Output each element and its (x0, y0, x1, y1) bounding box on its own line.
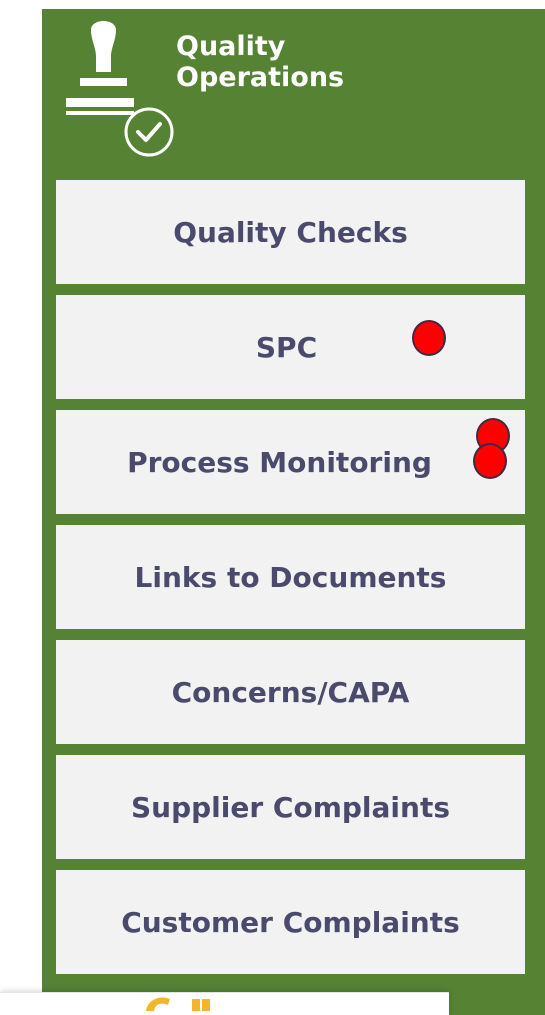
quality-checks-button[interactable]: Quality Checks (56, 180, 525, 284)
process-monitoring-alert-marker-bottom (473, 443, 507, 479)
process-monitoring-label: Process Monitoring (127, 445, 432, 479)
page-title-line-2: Operations (176, 62, 345, 93)
bottom-logo-icon (146, 997, 210, 1011)
page-title-line-1: Quality (176, 31, 286, 62)
spc-alert-marker (412, 320, 446, 356)
bottom-card (0, 992, 449, 1015)
spc-label: SPC (255, 330, 318, 364)
concerns-capa-label: Concerns/CAPA (171, 675, 410, 709)
quality-checks-label: Quality Checks (173, 215, 408, 249)
process-monitoring-button[interactable]: Process Monitoring (56, 410, 525, 514)
stamp-check-icon (66, 21, 174, 157)
spc-button[interactable]: SPC (56, 295, 525, 399)
links-to-documents-button[interactable]: Links to Documents (56, 525, 525, 629)
supplier-complaints-button[interactable]: Supplier Complaints (56, 755, 525, 859)
customer-complaints-button[interactable]: Customer Complaints (56, 870, 525, 974)
concerns-capa-button[interactable]: Concerns/CAPA (56, 640, 525, 744)
page: Quality Operations Quality Checks SPC Pr… (0, 0, 545, 1015)
links-to-documents-label: Links to Documents (134, 560, 447, 594)
customer-complaints-label: Customer Complaints (121, 905, 460, 939)
page-title: Quality Operations (176, 31, 396, 93)
supplier-complaints-label: Supplier Complaints (130, 790, 450, 824)
